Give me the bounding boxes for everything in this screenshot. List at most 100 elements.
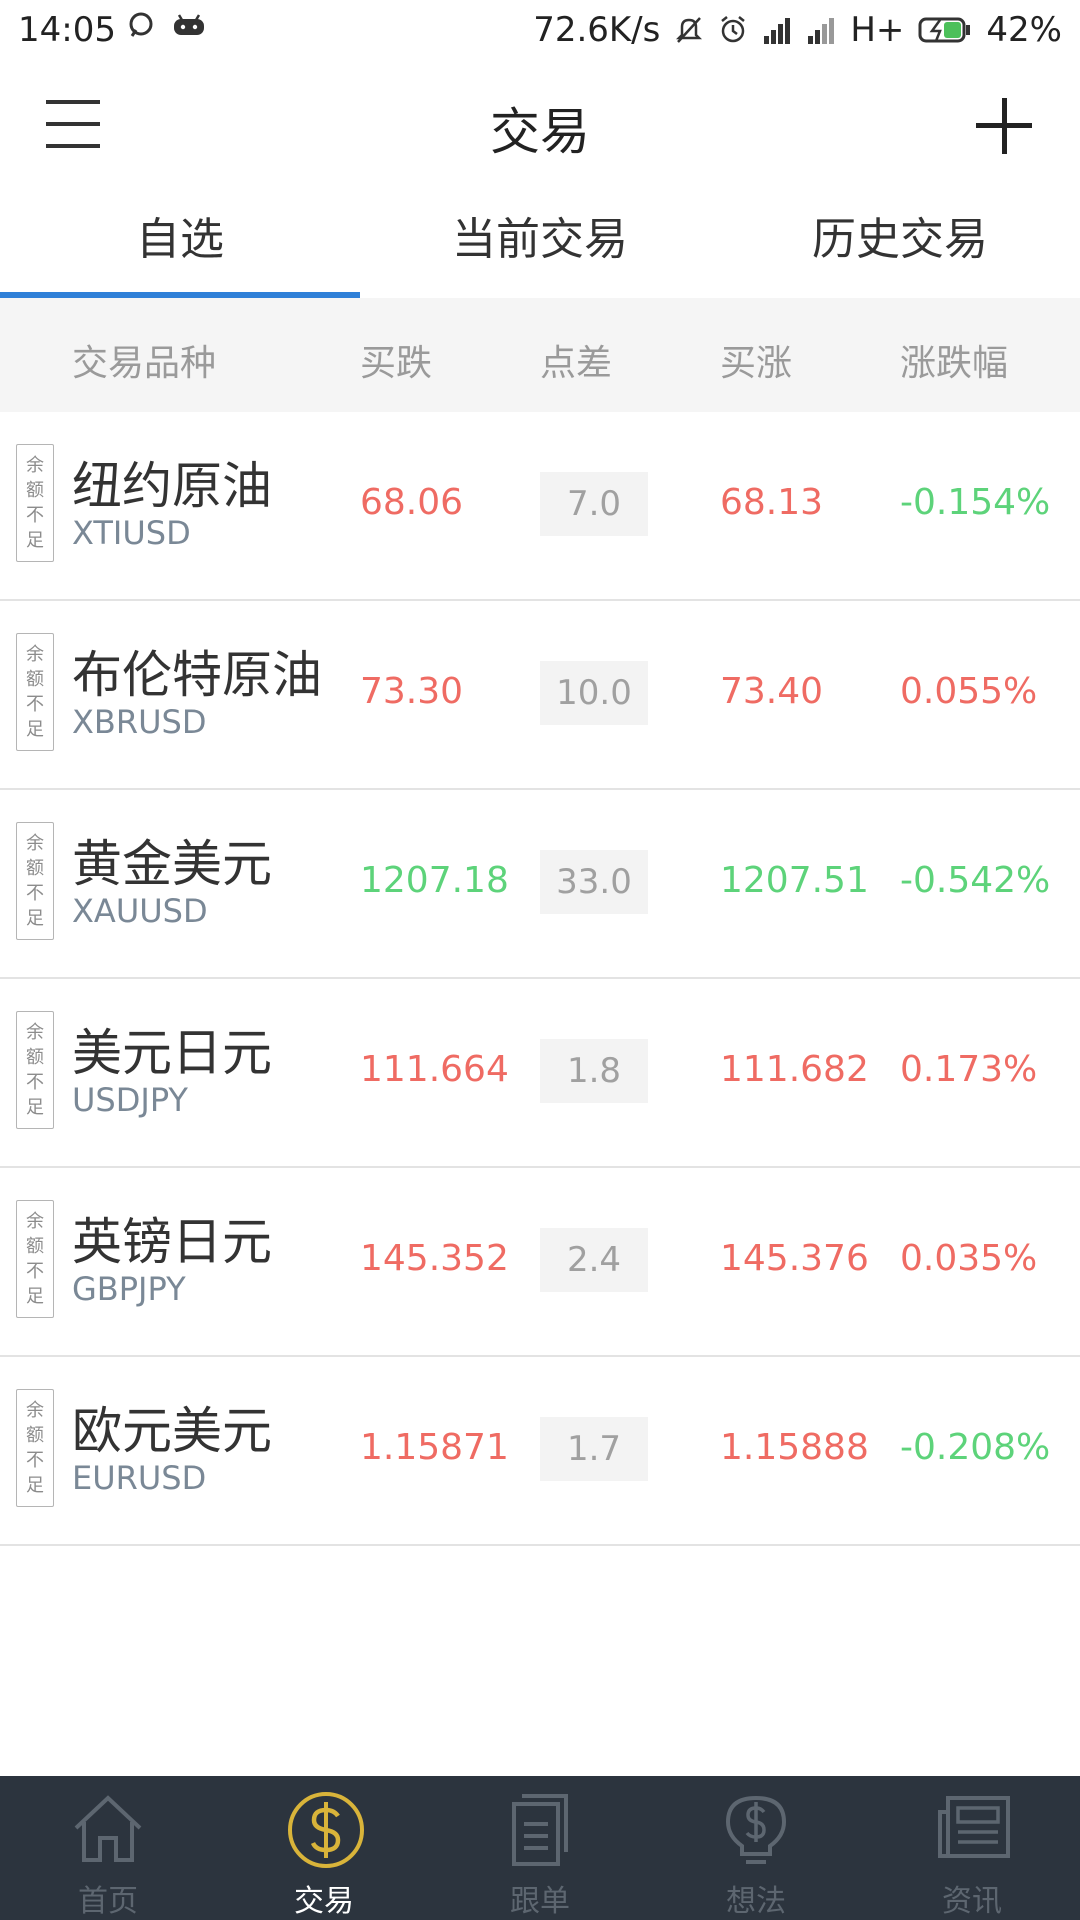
tab-current-trades[interactable]: 当前交易 — [360, 182, 720, 298]
buy-price[interactable]: 1.15888 — [720, 1427, 869, 1468]
spread-value: 1.8 — [540, 1039, 648, 1103]
nav-label: 资讯 — [942, 1884, 1002, 1919]
badge-char: 足 — [26, 1475, 44, 1496]
badge-char: 不 — [26, 883, 44, 904]
nav-label: 跟单 — [510, 1884, 570, 1919]
nav-home[interactable]: 首页 — [0, 1776, 216, 1920]
badge-char: 额 — [26, 1236, 44, 1257]
change-percent: 0.173% — [900, 1049, 1038, 1090]
insufficient-balance-badge: 余 额 不 足 — [16, 1011, 54, 1129]
mute-icon — [676, 17, 703, 43]
spread-value: 10.0 — [540, 661, 648, 725]
spread-value: 33.0 — [540, 850, 648, 914]
badge-char: 额 — [26, 1047, 44, 1068]
lightbulb-icon — [725, 1795, 787, 1864]
spread-value: 2.4 — [540, 1228, 648, 1292]
badge-char: 足 — [26, 1286, 44, 1307]
symbol-name: 布伦特原油 — [72, 646, 322, 704]
badge-char: 余 — [26, 1211, 44, 1232]
nav-label: 首页 — [78, 1884, 138, 1919]
sell-price[interactable]: 1207.18 — [360, 860, 509, 901]
network-type: H+ — [850, 10, 905, 50]
insufficient-balance-badge: 余 额 不 足 — [16, 1389, 54, 1507]
symbol-name: 英镑日元 — [72, 1213, 272, 1271]
header-spread: 点差 — [540, 343, 613, 384]
change-percent: -0.542% — [900, 860, 1051, 901]
buy-price[interactable]: 1207.51 — [720, 860, 869, 901]
insufficient-balance-badge: 余 额 不 足 — [16, 1200, 54, 1318]
change-percent: 0.055% — [900, 671, 1038, 712]
badge-char: 额 — [26, 669, 44, 690]
tab-history-trades[interactable]: 历史交易 — [720, 182, 1080, 298]
signal-2-icon — [808, 18, 835, 44]
badge-char: 余 — [26, 1400, 44, 1421]
chat-bubble-icon — [129, 12, 153, 37]
status-bar: 14:05 72.6K/s H+ 42% — [0, 0, 1080, 62]
badge-char: 额 — [26, 480, 44, 501]
badge-char: 不 — [26, 694, 44, 715]
symbol-code: XAUUSD — [72, 892, 208, 930]
tab-bar: 自选 当前交易 历史交易 — [0, 182, 1080, 298]
dollar-coin-icon — [288, 1792, 364, 1868]
header-sell: 买跌 — [360, 343, 433, 384]
nav-copy-trade[interactable]: 跟单 — [432, 1776, 648, 1920]
quote-row[interactable]: 余 额 不 足 美元日元 USDJPY 111.664 1.8 111.682 … — [0, 979, 1080, 1168]
symbol-code: XTIUSD — [72, 514, 191, 552]
trading-screen: 14:05 72.6K/s H+ 42% 交易 自选 当前交易 历史交易 交易品… — [0, 0, 1080, 1920]
sell-price[interactable]: 1.15871 — [360, 1427, 509, 1468]
app-header: 交易 — [0, 62, 1080, 182]
sell-price[interactable]: 111.664 — [360, 1049, 509, 1090]
network-speed: 72.6K/s — [533, 10, 661, 50]
symbol-name: 纽约原油 — [72, 457, 272, 515]
badge-char: 足 — [26, 719, 44, 740]
nav-label: 交易 — [294, 1884, 354, 1919]
badge-char: 余 — [26, 1022, 44, 1043]
buy-price[interactable]: 68.13 — [720, 482, 823, 523]
badge-char: 不 — [26, 1261, 44, 1282]
quote-row[interactable]: 余 额 不 足 黄金美元 XAUUSD 1207.18 33.0 1207.51… — [0, 790, 1080, 979]
badge-char: 额 — [26, 1425, 44, 1446]
badge-char: 不 — [26, 505, 44, 526]
battery-charging-icon — [918, 17, 971, 43]
spread-value: 7.0 — [540, 472, 648, 536]
symbol-code: USDJPY — [72, 1081, 188, 1119]
insufficient-balance-badge: 余 额 不 足 — [16, 444, 54, 562]
symbol-name: 欧元美元 — [72, 1402, 272, 1460]
sell-price[interactable]: 73.30 — [360, 671, 463, 712]
buy-price[interactable]: 145.376 — [720, 1238, 869, 1279]
document-icon — [512, 1794, 568, 1866]
symbol-name: 美元日元 — [72, 1024, 272, 1082]
nav-ideas[interactable]: 想法 — [648, 1776, 864, 1920]
bottom-nav: 首页 交易 跟单 想法 资讯 — [0, 1776, 1080, 1920]
nav-trade[interactable]: 交易 — [216, 1776, 432, 1920]
symbol-code: EURUSD — [72, 1459, 207, 1497]
quote-list: 余 额 不 足 纽约原油 XTIUSD 68.06 7.0 68.13 -0.1… — [0, 412, 1080, 1546]
symbol-code: GBPJPY — [72, 1270, 186, 1308]
add-icon[interactable] — [976, 98, 1032, 154]
symbol-name: 黄金美元 — [72, 835, 272, 893]
badge-char: 额 — [26, 858, 44, 879]
badge-char: 足 — [26, 908, 44, 929]
nav-news[interactable]: 资讯 — [864, 1776, 1080, 1920]
quote-row[interactable]: 余 额 不 足 英镑日元 GBPJPY 145.352 2.4 145.376 … — [0, 1168, 1080, 1357]
table-header: 交易品种 买跌 点差 买涨 涨跌幅 — [0, 298, 1080, 412]
quote-row[interactable]: 余 额 不 足 纽约原油 XTIUSD 68.06 7.0 68.13 -0.1… — [0, 412, 1080, 601]
quote-row[interactable]: 余 额 不 足 欧元美元 EURUSD 1.15871 1.7 1.15888 … — [0, 1357, 1080, 1546]
sell-price[interactable]: 145.352 — [360, 1238, 509, 1279]
buy-price[interactable]: 73.40 — [720, 671, 823, 712]
alarm-icon — [721, 16, 746, 43]
status-time: 14:05 — [18, 10, 116, 50]
tab-watchlist[interactable]: 自选 — [0, 182, 360, 298]
badge-char: 不 — [26, 1072, 44, 1093]
signal-icon — [764, 18, 791, 44]
sell-price[interactable]: 68.06 — [360, 482, 463, 523]
badge-char: 余 — [26, 455, 44, 476]
buy-price[interactable]: 111.682 — [720, 1049, 869, 1090]
home-icon — [74, 1795, 142, 1862]
change-percent: 0.035% — [900, 1238, 1038, 1279]
quote-row[interactable]: 余 额 不 足 布伦特原油 XBRUSD 73.30 10.0 73.40 0.… — [0, 601, 1080, 790]
badge-char: 余 — [26, 644, 44, 665]
badge-char: 足 — [26, 1097, 44, 1118]
badge-char: 足 — [26, 530, 44, 551]
badge-char: 余 — [26, 833, 44, 854]
